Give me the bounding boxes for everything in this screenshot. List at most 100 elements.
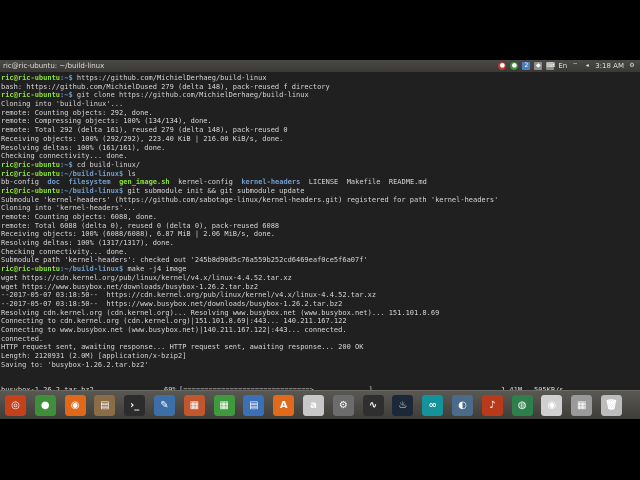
prompt-user: ric@ric-ubuntu (1, 265, 61, 274)
terminal-line: remote: Counting objects: 6088, done. (1, 213, 157, 221)
prompt-path: :~$ (60, 91, 73, 100)
terminal-icon[interactable]: ›_ (124, 395, 146, 416)
terminal-line: Resolving deltas: 100% (161/161), done. (1, 143, 166, 152)
terminal-line: Receiving objects: 100% (6088/6088), 6.8… (1, 230, 275, 239)
terminal-line: Length: 2120931 (2.0M) [application/x-bz… (1, 352, 187, 360)
ubuntu-dash-icon[interactable]: ◎ (5, 395, 26, 416)
ls-entry: kernel-headers (241, 178, 301, 187)
audio-icon[interactable]: ♪ (481, 395, 503, 416)
terminal-line: HTTP request sent, awaiting response... … (1, 343, 364, 352)
terminal-line: Resolving cdn.kernel.org (cdn.kernel.org… (1, 308, 440, 317)
ls-entry: kernel-config (178, 178, 233, 187)
ls-entry: README.md (388, 178, 427, 187)
ls-entry: gen_image.sh (119, 178, 170, 187)
update-icon[interactable]: ● (498, 62, 507, 70)
terminal-line: ric@ric-ubuntu:~/build-linux$ ls (1, 170, 637, 179)
chrome-icon[interactable]: ● (34, 395, 56, 416)
terminal-line: remote: Total 292 (delta 161), reused 27… (1, 126, 288, 135)
terminal-line: connected. (1, 334, 44, 343)
workspace-icon[interactable]: ▦ (571, 395, 593, 416)
terminal-line: Checking connectivity... done. (1, 152, 128, 161)
ls-entry: doc (47, 178, 61, 187)
terminal-line: Connecting to cdn.kernel.org (cdn.kernel… (1, 317, 347, 326)
ls-entry: LICENSE (308, 178, 339, 187)
terminal-line: Receiving objects: 100% (292/292), 223.4… (1, 134, 284, 143)
terminal-line: --2017-05-07 03:18:50-- https://www.busy… (1, 299, 343, 308)
terminal-line: remote: Counting objects: 292, done. (1, 108, 153, 117)
terminal-line: bb-config doc filesystem gen_image.sh ke… (1, 178, 637, 187)
system-tray: ● ● 2 ◆ ⌨ En ⌔ ◂ 3:18 AM ⚙ (498, 60, 636, 72)
writer-icon[interactable]: ▤ (243, 395, 265, 416)
prompt-user: ric@ric-ubuntu (1, 160, 61, 169)
terminal-line: ric@ric-ubuntu:~/build-linux$ make -j4 i… (1, 265, 637, 274)
ls-entry: filesystem (68, 178, 111, 187)
steam-icon[interactable]: ♨ (392, 395, 414, 416)
ls-entry: bb-config (1, 178, 39, 187)
clock[interactable]: 3:18 AM (595, 60, 624, 72)
amazon-icon[interactable]: a (303, 395, 324, 416)
indicator-icon[interactable]: 2 (522, 62, 531, 70)
terminal-line: Submodule path 'kernel-headers': checked… (1, 256, 368, 265)
launcher-dock: ◎ ● ◉ ▤ ›_ ✎ ▦ ▦ ▤ Aa ⚙ ∿ ♨ ∞ ◐ ♪ ◍ ◉ ▦ 🗑 (0, 390, 640, 419)
command-text: make -j4 image (123, 265, 187, 274)
system-monitor-icon[interactable]: ∿ (362, 395, 384, 416)
prompt-user: ric@ric-ubuntu (1, 91, 61, 100)
arduino-icon[interactable]: ∞ (422, 395, 444, 416)
settings-icon[interactable]: ⚙ (332, 395, 354, 416)
command-text: git clone https://github.com/MichielDerh… (72, 91, 309, 100)
trash-icon[interactable]: 🗑 (601, 395, 622, 416)
power-icon[interactable]: ⚙ (628, 62, 636, 70)
terminal-window[interactable]: ric@ric-ubuntu:~$ https://github.com/Mic… (0, 72, 640, 394)
prompt-user: ric@ric-ubuntu (1, 186, 61, 195)
terminal-line: Saving to: 'busybox-1.26.2.tar.bz2' (1, 360, 149, 369)
dropbox-icon[interactable]: ◆ (534, 62, 543, 70)
prompt-user: ric@ric-ubuntu (1, 74, 61, 82)
terminal-line: --2017-05-07 03:18:50-- https://cdn.kern… (1, 291, 377, 300)
wifi-icon[interactable]: ⌔ (571, 62, 579, 70)
terminal-line: ric@ric-ubuntu:~/build-linux$ git submod… (1, 187, 637, 196)
terminal-line: remote: Compressing objects: 100% (134/1… (1, 117, 212, 126)
webcam-icon[interactable]: ◉ (541, 395, 563, 416)
prompt-path: :~/build-linux$ (60, 169, 124, 178)
terminal-line: Cloning into 'build-linux'... (1, 100, 124, 109)
terminal-line: Resolving deltas: 100% (1317/1317), done… (1, 239, 174, 248)
prompt-path: :~$ (60, 160, 73, 169)
keyboard-icon[interactable]: ⌨ (546, 62, 555, 70)
command-text: git submodule init && git submodule upda… (123, 186, 305, 195)
terminal-line: wget https://cdn.kernel.org/pub/linux/ke… (1, 273, 292, 282)
prompt-path: :~/build-linux$ (60, 265, 124, 274)
terminal-output: ric@ric-ubuntu:~$ https://github.com/Mic… (1, 74, 637, 378)
terminal-line: remote: Total 6088 (delta 0), reused 0 (… (1, 221, 280, 230)
terminal-line: wget https://www.busybox.net/downloads/b… (1, 282, 259, 291)
volume-icon[interactable]: ◂ (583, 62, 591, 70)
desktop-screen: ric@ric-ubuntu: ~/build-linux ● ● 2 ◆ ⌨ … (0, 60, 640, 419)
prompt-user: ric@ric-ubuntu (1, 169, 61, 178)
terminal-line: Submodule 'kernel-headers' (https://gith… (1, 195, 499, 204)
terminal-line: bash: https://github.com/MichielDused 27… (1, 82, 330, 91)
terminal-line: ric@ric-ubuntu:~$ git clone https://gith… (1, 91, 637, 100)
files-icon[interactable]: ▤ (94, 395, 116, 416)
terminal-line: Cloning into 'kernel-headers'... (1, 204, 136, 213)
terminal-line: Checking connectivity... done. (1, 247, 128, 256)
calc-icon[interactable]: ▦ (213, 395, 235, 416)
command-text: cd build-linux/ (72, 160, 141, 169)
terminal-line: ric@ric-ubuntu:~$ https://github.com/Mic… (1, 74, 637, 83)
impress-icon[interactable]: ▦ (183, 395, 205, 416)
chrome-tray-icon[interactable]: ● (510, 62, 519, 70)
terminal-line: ric@ric-ubuntu:~$ cd build-linux/ (1, 161, 637, 170)
prompt-path: :~/build-linux$ (60, 186, 124, 195)
firefox-icon[interactable]: ◉ (64, 395, 86, 416)
window-title: ric@ric-ubuntu: ~/build-linux (3, 62, 105, 70)
terminal-line: Connecting to www.busybox.net (www.busyb… (1, 325, 347, 334)
ls-entry: Makefile (346, 178, 381, 187)
globe-icon[interactable]: ◍ (511, 395, 533, 416)
command-text: ls (123, 169, 136, 178)
software-center-icon[interactable]: A (273, 395, 295, 416)
vpn-icon[interactable]: ◐ (452, 395, 473, 416)
prompt-path: :~$ (60, 74, 73, 82)
command-text: https://github.com/MichielDerhaeg/build-… (72, 74, 267, 82)
top-panel: ric@ric-ubuntu: ~/build-linux ● ● 2 ◆ ⌨ … (0, 60, 640, 72)
keyboard-layout[interactable]: En (558, 60, 567, 72)
text-editor-icon[interactable]: ✎ (154, 395, 175, 416)
